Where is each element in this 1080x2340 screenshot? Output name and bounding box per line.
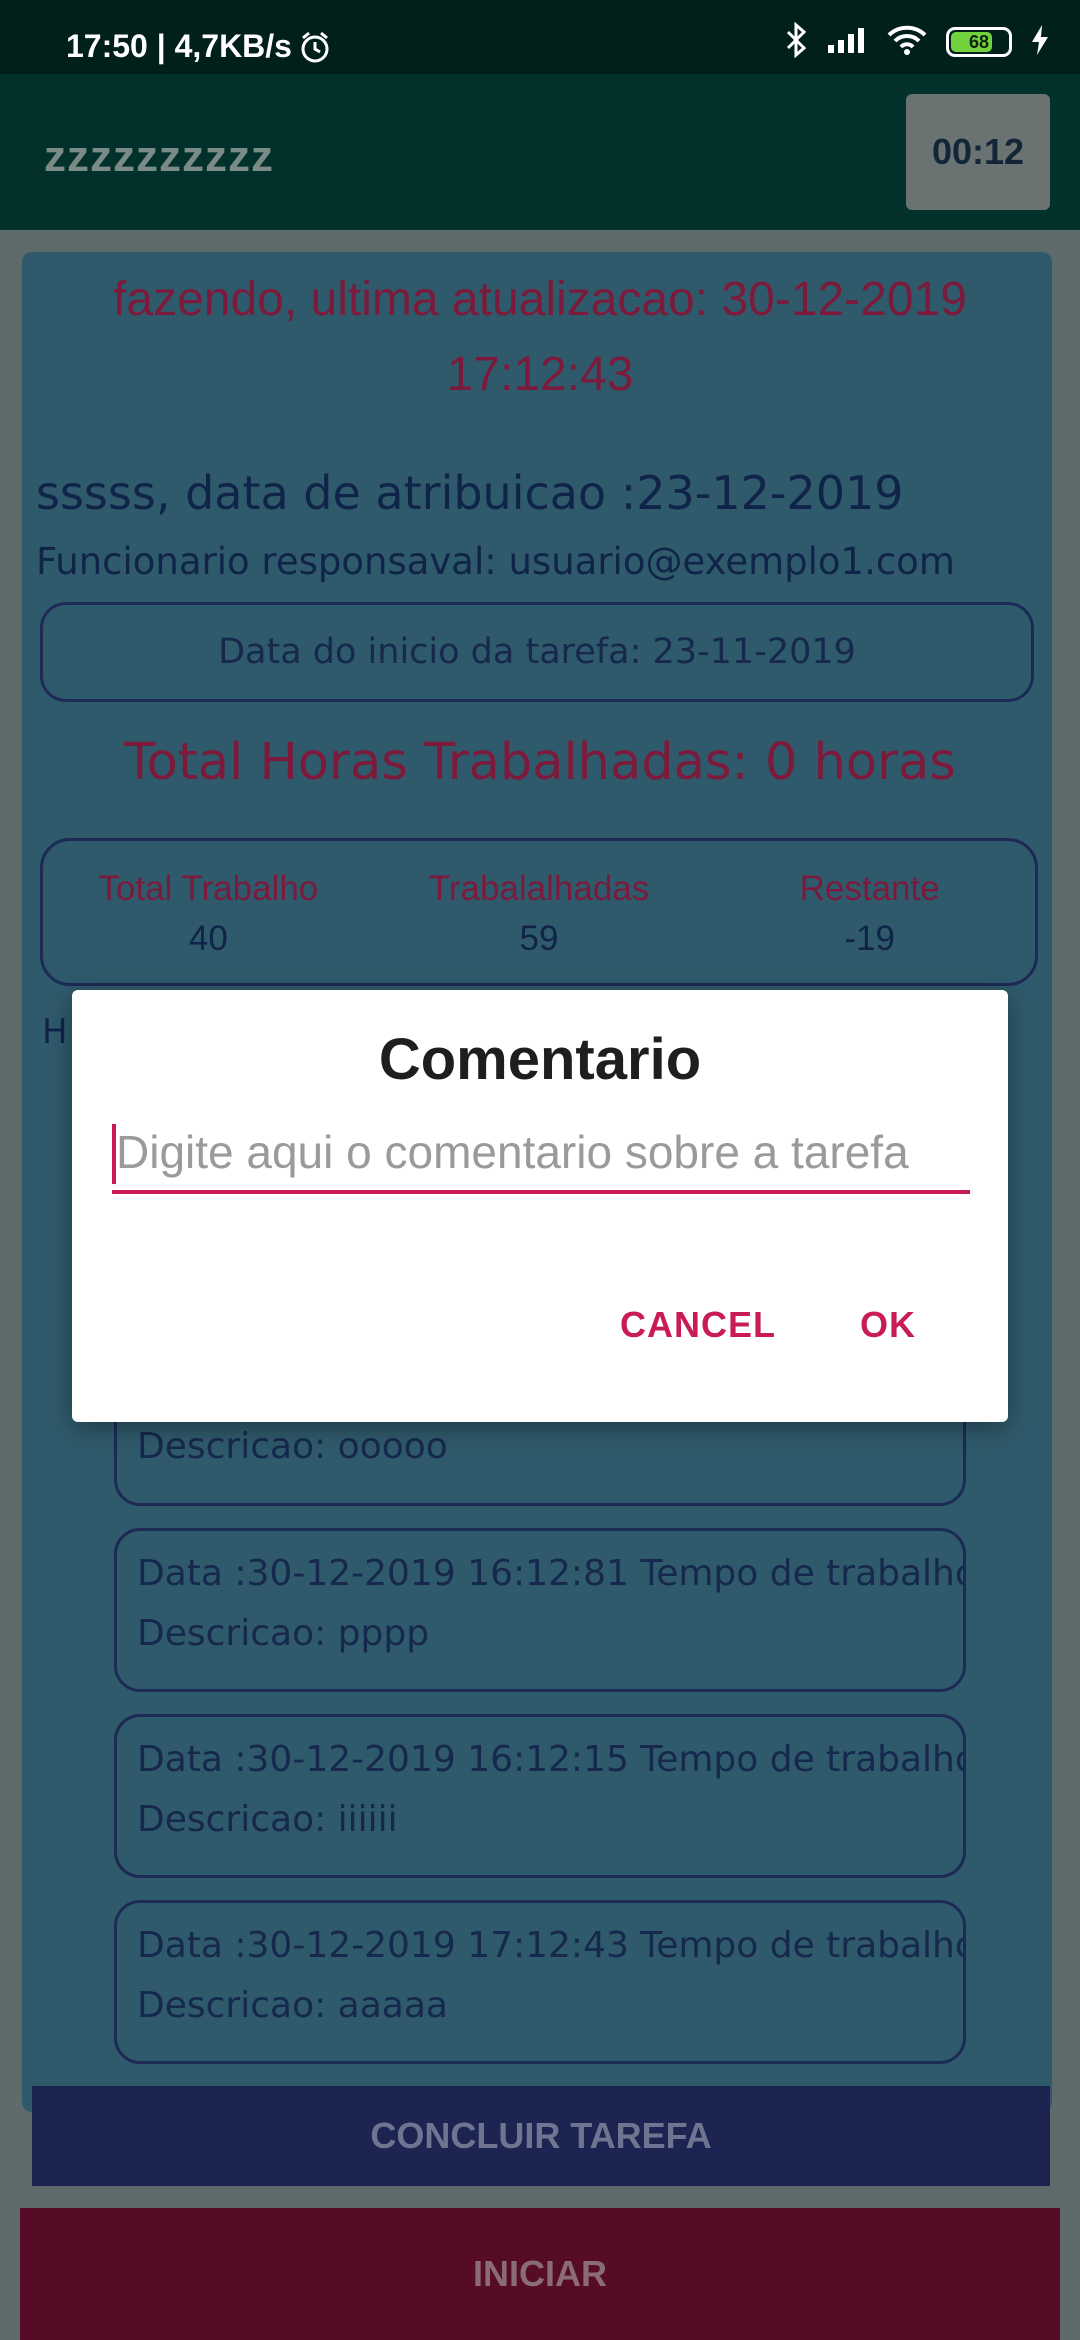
stat-total-trabalho: Total Trabalho 40 [43, 841, 374, 983]
stat-trabalhadas: Trabalalhadas 59 [374, 841, 705, 983]
task-status-line: fazendo, ultima atualizacao: 30-12-2019 … [113, 273, 967, 401]
status-time: 17:50 | 4,7KB/s [66, 28, 292, 64]
task-start-date: Data do inicio da tarefa: 23-11-2019 [40, 602, 1034, 702]
iniciar-button[interactable]: INICIAR [20, 2208, 1060, 2340]
comment-field [112, 1114, 970, 1194]
stat-label: Trabalalhadas [428, 869, 650, 908]
entry-date: Data :30-12-2019 17:12:43 Tempo de traba… [137, 1925, 966, 1966]
charging-icon [1030, 24, 1050, 61]
cancel-button[interactable]: CANCEL [620, 1304, 776, 1346]
app-title: zzzzzzzzzz [44, 132, 274, 181]
history-label-partial: H [42, 1012, 68, 1052]
entry-date: Data :30-12-2019 16:12:81 Tempo de traba… [137, 1553, 966, 1594]
entry-description: Descricao: iiiiii [137, 1799, 398, 1840]
entry-date: Data :30-12-2019 16:12:15 Tempo de traba… [137, 1739, 966, 1780]
task-responsible: Funcionario responsaval: usuario@exemplo… [36, 540, 955, 583]
stat-value: 59 [519, 919, 559, 958]
app-bar: zzzzzzzzzz 00:12 [0, 74, 1080, 230]
history-entry[interactable]: Data :30-12-2019 16:12:81 Tempo de traba… [114, 1528, 966, 1692]
ok-button[interactable]: OK [860, 1304, 916, 1346]
total-hours: Total Horas Trabalhadas: 0 horas [124, 733, 956, 792]
history-entry[interactable]: Data :30-12-2019 16:12:15 Tempo de traba… [114, 1714, 966, 1878]
entry-description: Descricao: aaaaa [137, 1985, 448, 2026]
stat-restante: Restante -19 [704, 841, 1035, 983]
task-assignment: sssss, data de atribuicao :23-12-2019 [36, 466, 904, 520]
comment-input[interactable] [112, 1114, 970, 1190]
stat-value: 40 [188, 919, 228, 958]
signal-icon [826, 25, 868, 60]
stat-label: Restante [799, 869, 940, 908]
bluetooth-icon [784, 21, 808, 63]
entry-description: Descricao: ooooo [137, 1426, 448, 1467]
battery-level: 68 [968, 31, 990, 52]
history-entry[interactable]: Data :30-12-2019 17:12:43 Tempo de traba… [114, 1900, 966, 2064]
entry-description: Descricao: pppp [137, 1613, 430, 1654]
battery-icon: 68 [946, 27, 1012, 57]
stat-value: -19 [844, 919, 895, 958]
comment-dialog: Comentario CANCEL OK [72, 990, 1008, 1422]
wifi-icon [886, 24, 928, 61]
stat-label: Total Trabalho [98, 869, 319, 908]
status-bar: 17:50 | 4,7KB/s 68 [0, 0, 1080, 74]
concluir-tarefa-button[interactable]: CONCLUIR TAREFA [32, 2086, 1050, 2186]
stats-box: Total Trabalho 40 Trabalalhadas 59 Resta… [40, 838, 1038, 986]
dialog-title: Comentario [378, 1027, 702, 1092]
status-icons: 68 [784, 21, 1050, 63]
timer-button[interactable]: 00:12 [906, 94, 1050, 210]
alarm-icon [298, 30, 332, 69]
